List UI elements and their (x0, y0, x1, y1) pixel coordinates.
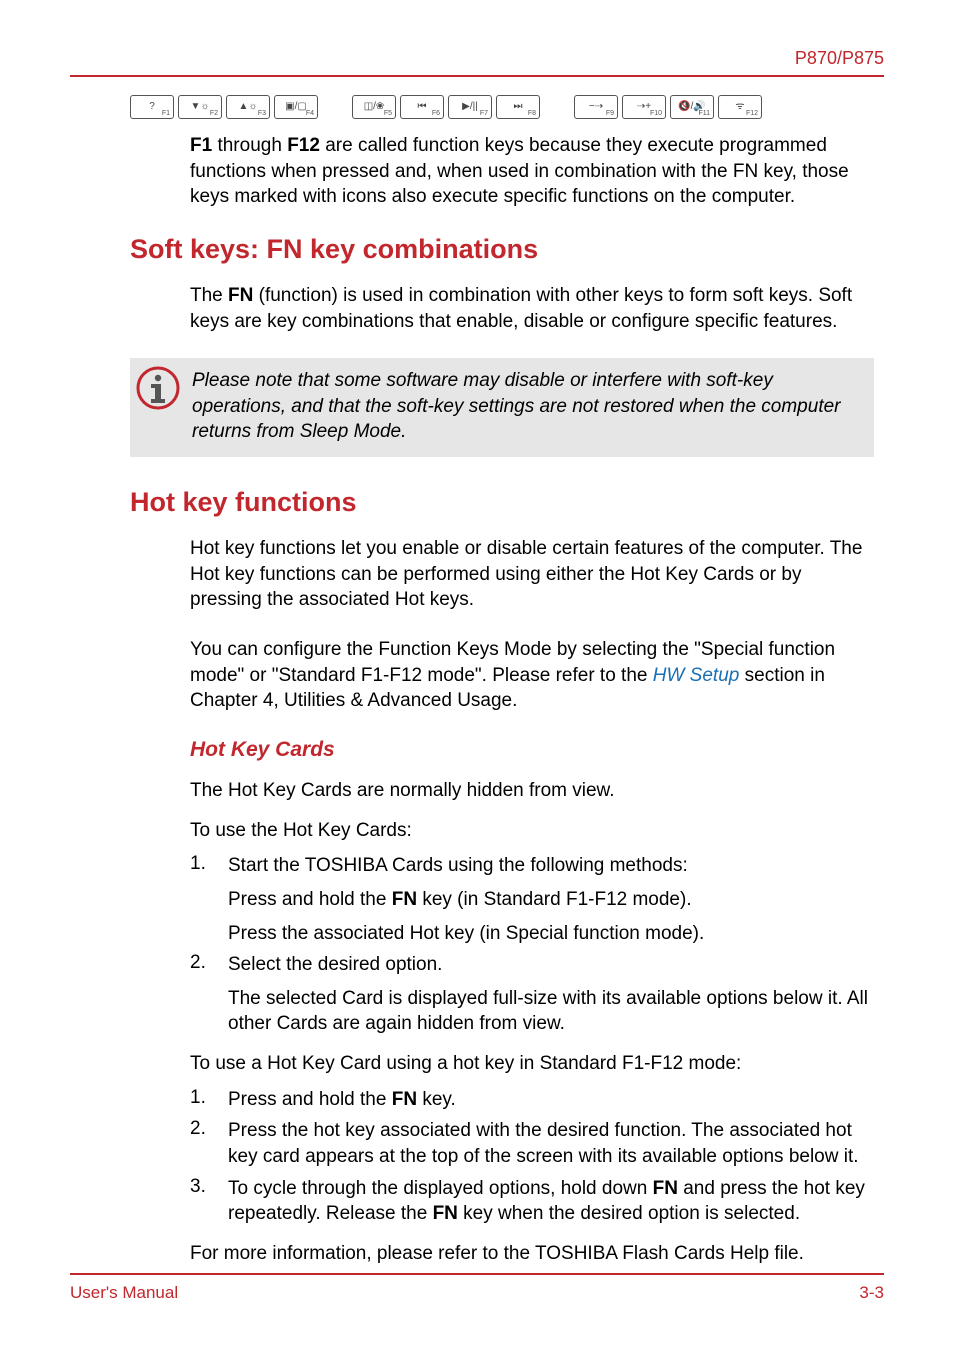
f10-key: ⇢+F10 (622, 95, 666, 119)
footer-right: 3-3 (859, 1283, 884, 1303)
footer: User's Manual 3-3 (70, 1273, 884, 1303)
note-text: Please note that some software may disab… (192, 370, 841, 442)
footer-rule (70, 1273, 884, 1275)
list-item: 1. Start the TOSHIBA Cards using the fol… (190, 853, 874, 879)
f11-key: 🔇/🔊F11 (670, 95, 714, 119)
list-2: 1. Press and hold the FN key. 2. Press t… (190, 1087, 874, 1227)
list-item: 1. Press and hold the FN key. (190, 1087, 874, 1113)
softkeys-paragraph: The FN (function) is used in combination… (190, 283, 874, 334)
function-key-row: ?F1 ▼☼F2 ▲☼F3 ▣/▢F4 ◫/❀F5 ⏮F6 ▶/||F7 ⏭F8… (130, 95, 884, 119)
softkeys-heading: Soft keys: FN key combinations (130, 234, 884, 265)
f5-key: ◫/❀F5 (352, 95, 396, 119)
f2-key: ▼☼F2 (178, 95, 222, 119)
header-rule (70, 75, 884, 77)
f9-key: −⇢F9 (574, 95, 618, 119)
intro-paragraph: F1 through F12 are called function keys … (190, 133, 874, 210)
info-icon (136, 366, 180, 410)
list-sub: Press the associated Hot key (in Special… (228, 921, 874, 947)
f12-key: ᯤF12 (718, 95, 762, 119)
list-item: 2. Select the desired option. (190, 952, 874, 978)
f4-key: ▣/▢F4 (274, 95, 318, 119)
cards-p1: The Hot Key Cards are normally hidden fr… (190, 778, 874, 804)
list-1: 1. Start the TOSHIBA Cards using the fol… (190, 853, 874, 1037)
note-box: Please note that some software may disab… (130, 358, 874, 457)
header-model: P870/P875 (70, 48, 884, 69)
cards-p3: To use a Hot Key Card using a hot key in… (190, 1051, 874, 1077)
f6-key: ⏮F6 (400, 95, 444, 119)
list-sub: The selected Card is displayed full-size… (228, 986, 874, 1037)
f7-key: ▶/||F7 (448, 95, 492, 119)
list-item: 2. Press the hot key associated with the… (190, 1118, 874, 1169)
f1-key: ?F1 (130, 95, 174, 119)
f8-key: ⏭F8 (496, 95, 540, 119)
f3-key: ▲☼F3 (226, 95, 270, 119)
footer-left: User's Manual (70, 1283, 178, 1303)
hotkey-p1: Hot key functions let you enable or disa… (190, 536, 874, 613)
cards-p4: For more information, please refer to th… (190, 1241, 874, 1267)
list-sub: Press and hold the FN key (in Standard F… (228, 887, 874, 913)
hw-setup-link[interactable]: HW Setup (653, 665, 740, 686)
list-item: 3. To cycle through the displayed option… (190, 1176, 874, 1227)
hotkey-p2: You can configure the Function Keys Mode… (190, 637, 874, 714)
cards-p2: To use the Hot Key Cards: (190, 818, 874, 844)
hotkey-heading: Hot key functions (130, 487, 884, 518)
hotkeycards-heading: Hot Key Cards (190, 738, 884, 762)
